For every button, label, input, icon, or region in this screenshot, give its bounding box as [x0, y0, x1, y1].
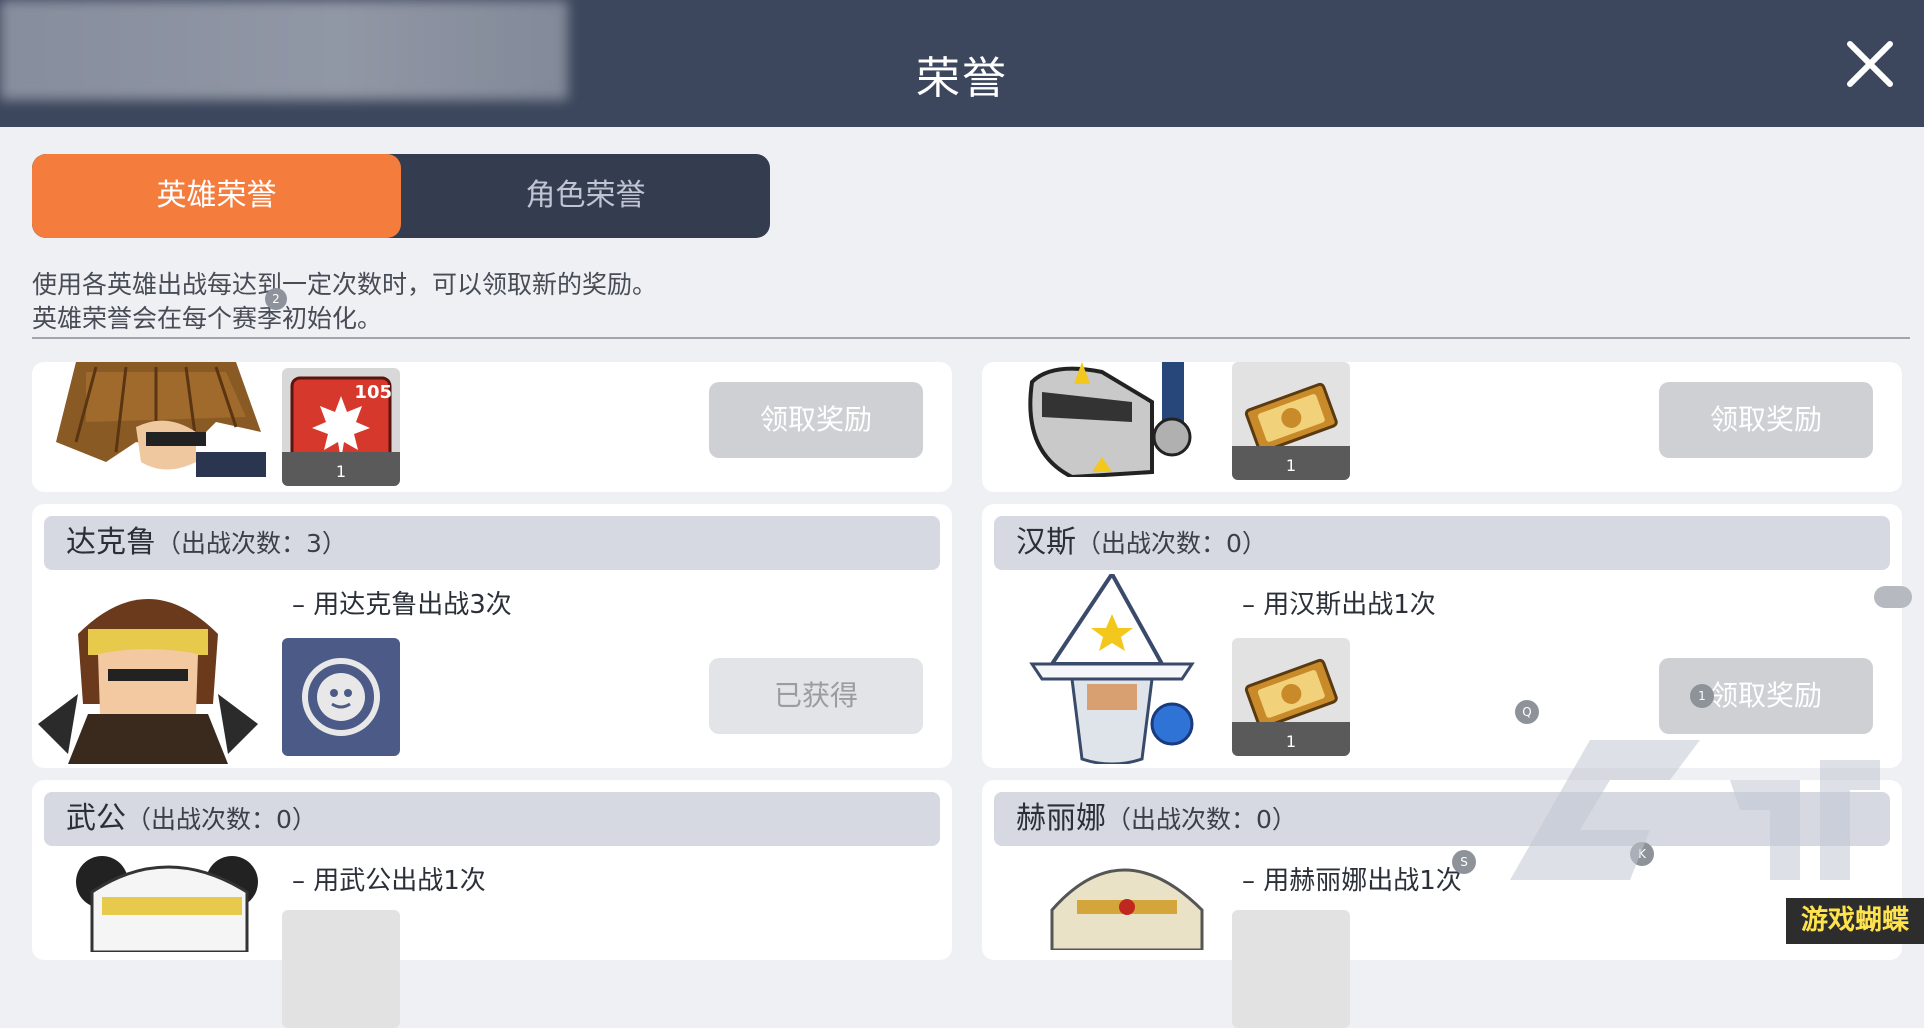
reward-item[interactable]: [282, 638, 400, 756]
reward-item[interactable]: 1: [1232, 638, 1350, 756]
battle-count: （出战次数：0）: [1076, 529, 1267, 558]
title-bar: 荣誉: [0, 0, 1924, 127]
honor-card: 武公（出战次数：0） – 用武公出战1次: [32, 780, 952, 1028]
hero-name: 赫丽娜: [1016, 801, 1106, 836]
divider: [32, 337, 1910, 339]
claim-reward-button[interactable]: 领取奖励: [709, 382, 923, 458]
reward-quantity: 1: [1232, 722, 1350, 756]
hero-name: 汉斯: [1016, 525, 1076, 560]
page-indicator: 2: [265, 288, 287, 310]
side-handle[interactable]: [1874, 586, 1912, 608]
reward-quantity: 1: [282, 452, 400, 486]
reward-item[interactable]: 105 1: [282, 368, 400, 486]
obtained-button[interactable]: 已获得: [709, 658, 923, 734]
task-description: – 用汉斯出战1次: [1242, 590, 1436, 620]
hero-portrait: [1012, 362, 1232, 480]
task-description: – 用武公出战1次: [292, 866, 486, 896]
description: 使用各英雄出战每达到一定次数时，可以领取新的奖励。 英雄荣誉会在每个赛季初始化。: [32, 268, 657, 336]
hero-portrait: [46, 362, 276, 477]
tab-bar: 英雄荣誉 角色荣誉: [32, 154, 770, 238]
hero-portrait: [1022, 850, 1242, 952]
marker-badge: S: [1452, 850, 1476, 874]
marker-badge: 1: [1690, 684, 1714, 708]
watermark-badge: 游戏蝴蝶: [1786, 898, 1924, 944]
hero-portrait: [38, 574, 258, 764]
description-line-1: 使用各英雄出战每达到一定次数时，可以领取新的奖励。: [32, 270, 658, 299]
watermark-logo: [1510, 740, 1880, 880]
tab-character-honor[interactable]: 角色荣誉: [401, 154, 770, 238]
reward-item[interactable]: 1: [1232, 362, 1350, 480]
hero-portrait: [1012, 570, 1232, 766]
honor-card: 1 领取奖励: [982, 362, 1902, 492]
hero-portrait: [62, 852, 282, 954]
honor-card: 105 1 领取奖励: [32, 362, 952, 492]
battle-count: （出战次数：3）: [156, 529, 347, 558]
emblem-icon: [302, 658, 380, 736]
tab-hero-honor[interactable]: 英雄荣誉: [32, 154, 401, 238]
hero-header: 武公（出战次数：0）: [44, 792, 940, 846]
hero-header: 达克鲁（出战次数：3）: [44, 516, 940, 570]
close-icon: [1847, 41, 1893, 87]
reward-quantity: 1: [1232, 446, 1350, 480]
honor-card: 达克鲁（出战次数：3） – 用达克鲁出战3次 已获得: [32, 504, 952, 768]
task-description: – 用达克鲁出战3次: [292, 590, 512, 620]
reward-item[interactable]: [282, 910, 400, 1028]
reward-badge: 105: [354, 382, 392, 403]
page-title: 荣誉: [916, 53, 1008, 104]
hero-header: 汉斯（出战次数：0）: [994, 516, 1890, 570]
description-line-2: 英雄荣誉会在每个赛季初始化。: [32, 304, 383, 333]
hero-name: 达克鲁: [66, 525, 156, 560]
close-button[interactable]: [1840, 34, 1900, 94]
task-description: – 用赫丽娜出战1次: [1242, 866, 1462, 896]
hero-name: 武公: [66, 801, 126, 836]
battle-count: （出战次数：0）: [1106, 805, 1297, 834]
battle-count: （出战次数：0）: [126, 805, 317, 834]
claim-reward-button[interactable]: 领取奖励: [1659, 382, 1873, 458]
reward-item[interactable]: [1232, 910, 1350, 1028]
